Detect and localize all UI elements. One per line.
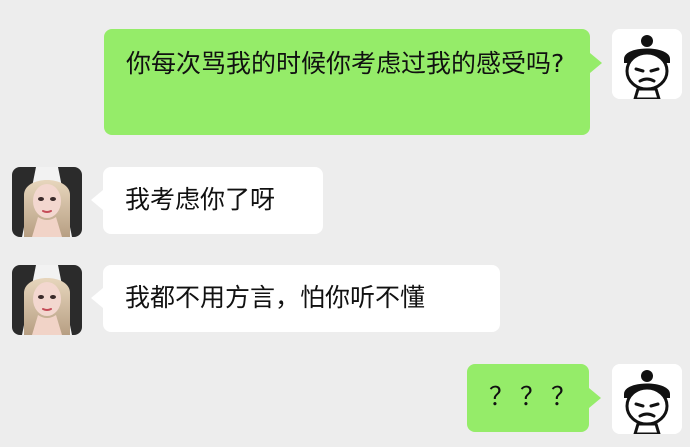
contact-avatar[interactable]	[12, 265, 82, 335]
woman-portrait-avatar-icon	[12, 167, 82, 237]
cartoon-face-avatar-icon	[612, 29, 682, 99]
message-text: 你每次骂我的时候你考虑过我的感受吗?	[126, 49, 565, 78]
sent-message-bubble[interactable]: ？？？	[467, 364, 601, 432]
received-message-bubble[interactable]: 我都不用方言，怕你听不懂	[91, 265, 500, 332]
message-text: ？？？	[489, 382, 583, 411]
cartoon-face-avatar-icon	[612, 364, 682, 434]
woman-portrait-avatar-icon	[12, 265, 82, 335]
self-avatar[interactable]	[612, 364, 682, 434]
received-message-bubble[interactable]: 我考虑你了呀	[91, 167, 323, 234]
self-avatar[interactable]	[612, 29, 682, 99]
message-text: 我都不用方言，怕你听不懂	[125, 283, 426, 312]
sent-message-bubble[interactable]: 你每次骂我的时候你考虑过我的感受吗?	[104, 29, 602, 135]
contact-avatar[interactable]	[12, 167, 82, 237]
message-text: 我考虑你了呀	[125, 185, 276, 214]
chat-window: 你每次骂我的时候你考虑过我的感受吗? 我考虑你了呀 我都不用方言，怕你听不懂 ？…	[0, 0, 690, 447]
